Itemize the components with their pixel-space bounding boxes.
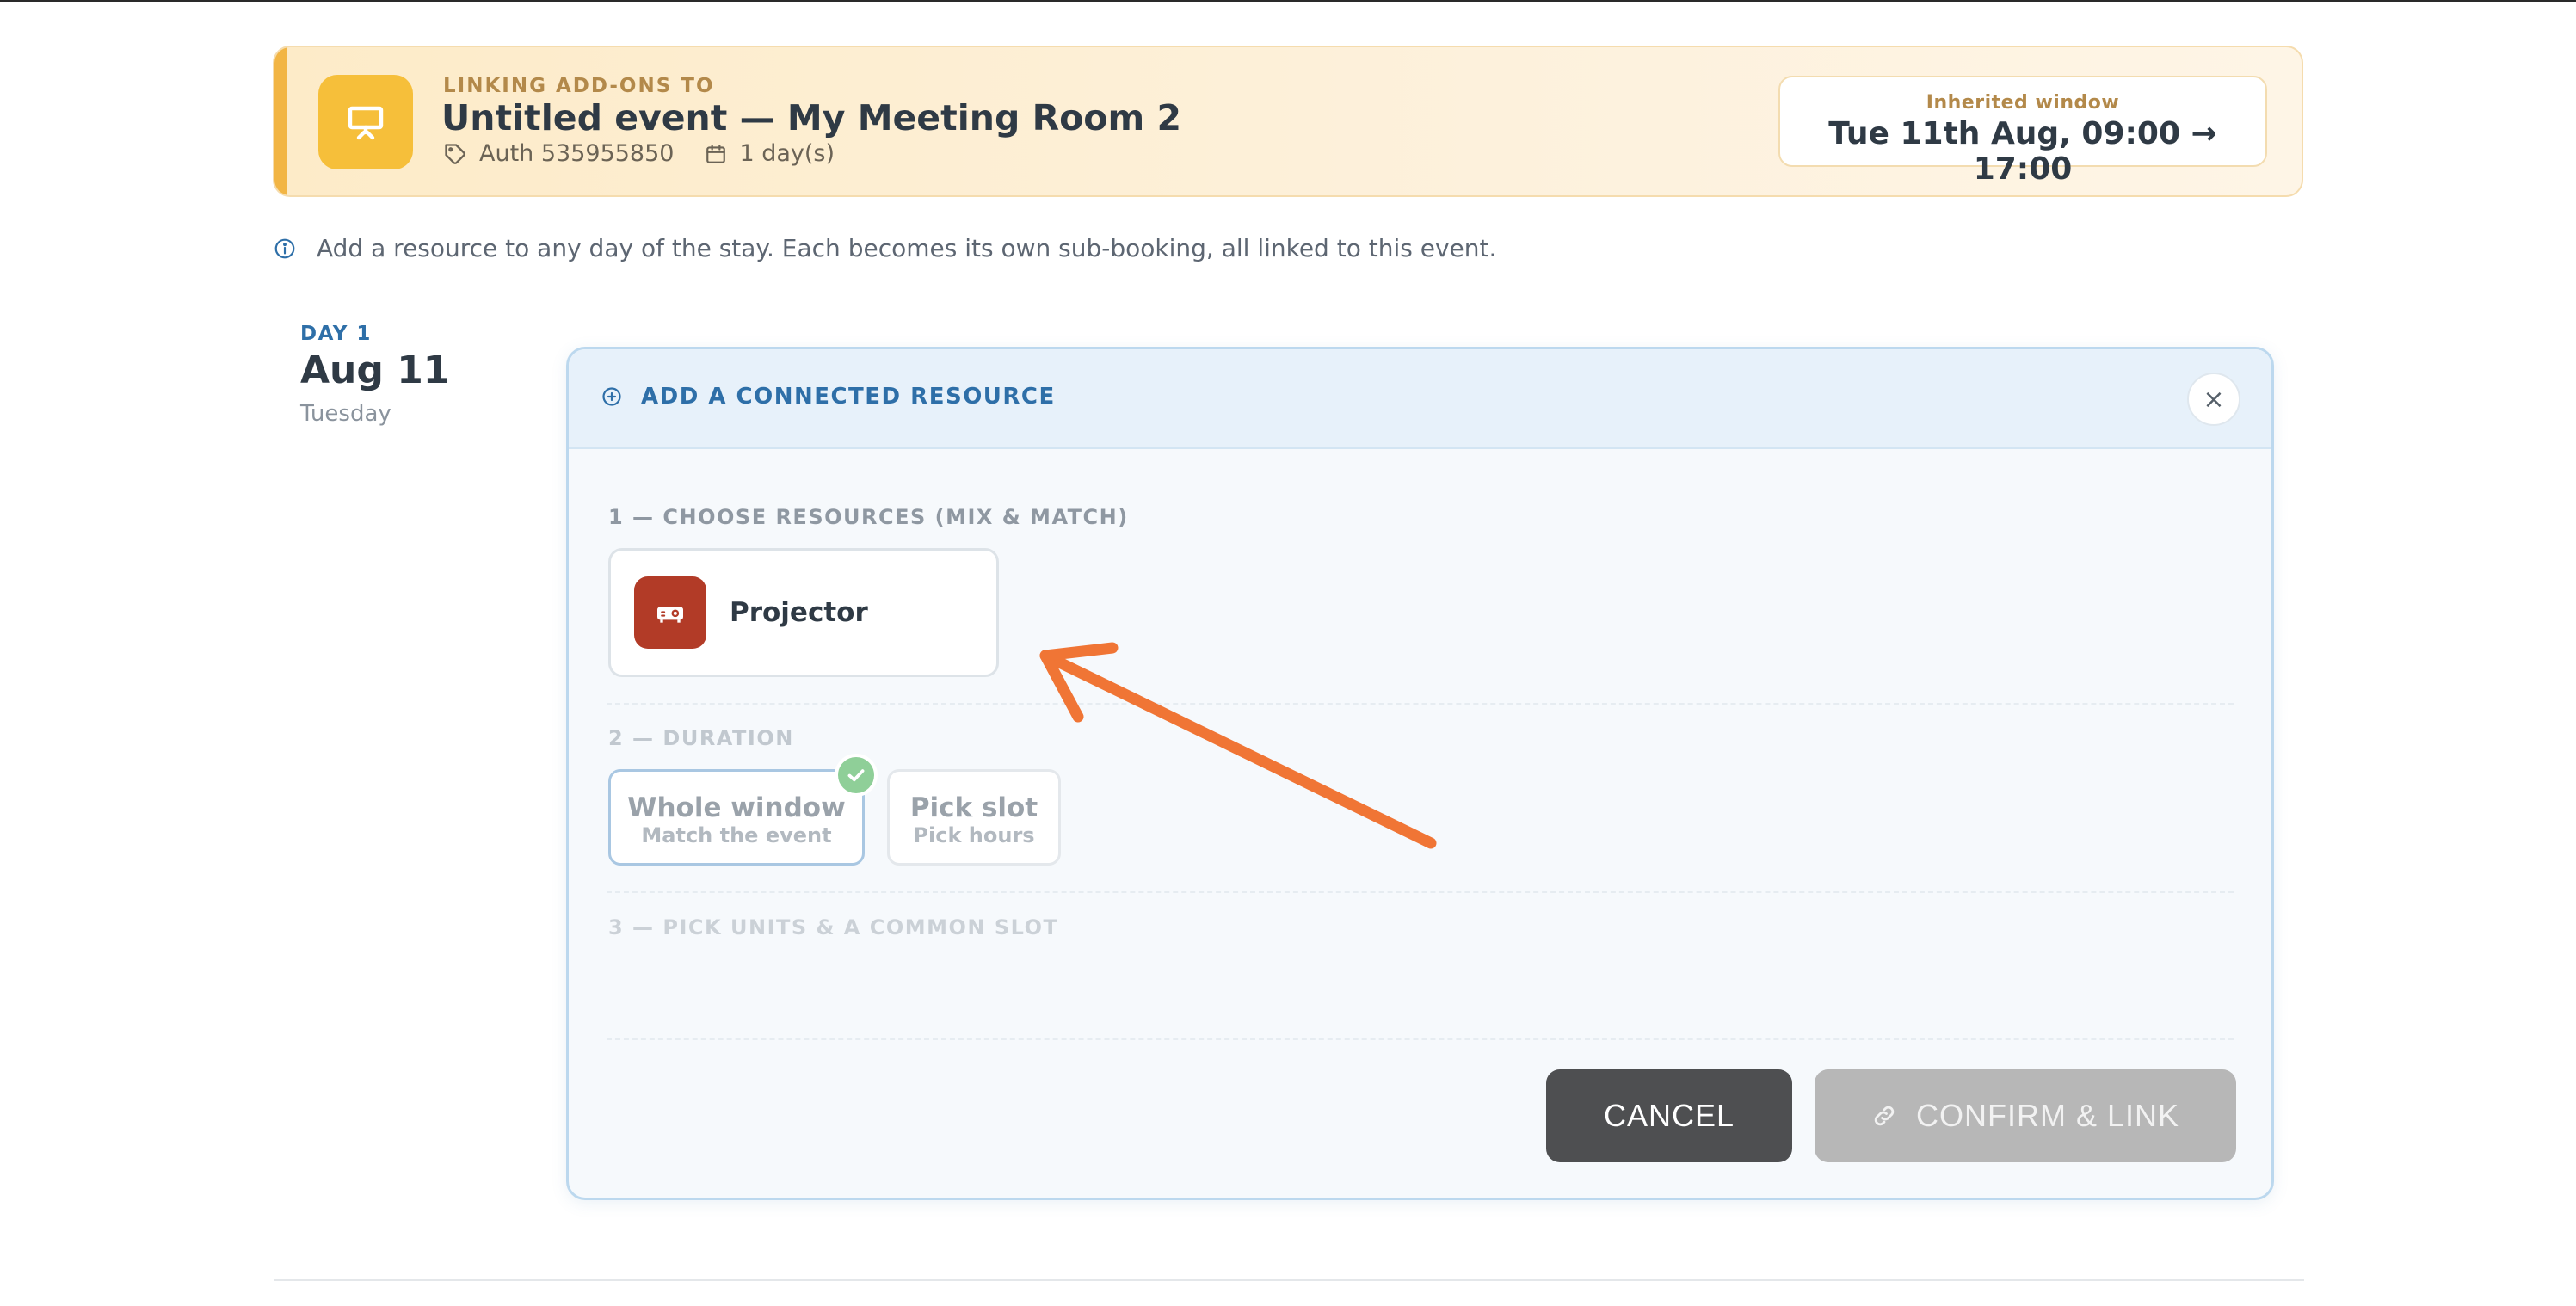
step2-label: 2 — DURATION bbox=[608, 726, 794, 750]
event-meta: Auth 535955850 1 day(s) bbox=[443, 140, 866, 167]
calendar-icon bbox=[705, 143, 727, 165]
day-kicker: DAY 1 bbox=[300, 323, 372, 345]
top-rule bbox=[0, 0, 2576, 2]
panel-title-text: ADD A CONNECTED RESOURCE bbox=[641, 384, 1056, 410]
info-text: Add a resource to any day of the stay. E… bbox=[317, 234, 1497, 262]
close-icon: × bbox=[2203, 384, 2225, 415]
days-meta: 1 day(s) bbox=[705, 140, 835, 167]
step1-label: 1 — CHOOSE RESOURCES (MIX & MATCH) bbox=[608, 505, 1129, 529]
window-value: Tue 11th Aug, 09:00 → 17:00 bbox=[1828, 116, 2217, 187]
cancel-button[interactable]: CANCEL bbox=[1546, 1069, 1792, 1162]
confirm-label: CONFIRM & LINK bbox=[1915, 1098, 2180, 1133]
info-line: Add a resource to any day of the stay. E… bbox=[274, 234, 1496, 262]
auth-meta: Auth 535955850 bbox=[443, 140, 674, 167]
step3-label: 3 — PICK UNITS & A COMMON SLOT bbox=[608, 915, 1059, 939]
step-divider bbox=[607, 703, 2234, 705]
add-resource-panel: ADD A CONNECTED RESOURCE × 1 — CHOOSE RE… bbox=[566, 347, 2274, 1200]
window-label: Inherited window bbox=[1926, 92, 2120, 114]
panel-title: ADD A CONNECTED RESOURCE bbox=[601, 384, 1056, 410]
event-banner: LINKING ADD-ONS TO Untitled event — My M… bbox=[273, 46, 2303, 197]
duration-option-title: Pick slot bbox=[909, 792, 1038, 823]
info-icon bbox=[274, 237, 296, 260]
step-divider bbox=[607, 1038, 2234, 1040]
duration-pick-slot[interactable]: Pick slot Pick hours bbox=[887, 769, 1061, 866]
day-date: Aug 11 bbox=[300, 348, 450, 392]
duration-option-title: Whole window bbox=[627, 792, 846, 823]
link-icon bbox=[1871, 1103, 1897, 1129]
tag-icon bbox=[443, 142, 467, 166]
confirm-link-button[interactable]: CONFIRM & LINK bbox=[1815, 1069, 2236, 1162]
plus-circle-icon bbox=[601, 386, 622, 407]
check-icon bbox=[835, 754, 878, 797]
cancel-label: CANCEL bbox=[1603, 1098, 1735, 1133]
banner-kicker: LINKING ADD-ONS TO bbox=[443, 75, 715, 97]
resource-label: Projector bbox=[730, 597, 868, 628]
auth-number: Auth 535955850 bbox=[479, 140, 675, 167]
projector-icon bbox=[634, 576, 706, 649]
duration-whole-window[interactable]: Whole window Match the event bbox=[608, 769, 865, 866]
panel-header: ADD A CONNECTED RESOURCE × bbox=[569, 349, 2271, 449]
resource-card-projector[interactable]: Projector bbox=[608, 548, 999, 677]
day-count: 1 day(s) bbox=[739, 140, 835, 167]
bottom-rule bbox=[274, 1279, 2304, 1281]
duration-option-subtitle: Match the event bbox=[641, 823, 832, 847]
duration-option-subtitle: Pick hours bbox=[913, 823, 1035, 847]
event-title: Untitled event — My Meeting Room 2 bbox=[441, 97, 1181, 139]
day-weekday: Tuesday bbox=[300, 401, 391, 427]
presentation-board-icon bbox=[318, 75, 413, 169]
step-divider bbox=[607, 891, 2234, 893]
close-button[interactable]: × bbox=[2187, 373, 2240, 426]
inherited-window-box: Inherited window Tue 11th Aug, 09:00 → 1… bbox=[1778, 76, 2267, 187]
